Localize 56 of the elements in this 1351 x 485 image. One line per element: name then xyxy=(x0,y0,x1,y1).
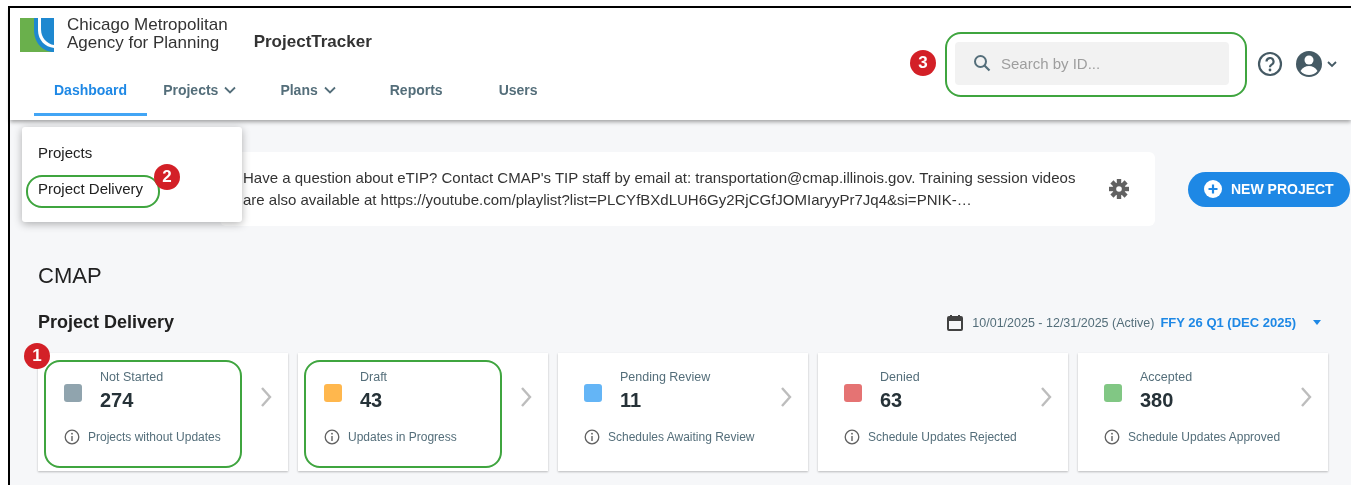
menu-item[interactable]: Projects xyxy=(22,137,93,168)
status-card[interactable]: Draft 43 Updates in Progress xyxy=(298,353,548,471)
status-description: Schedule Updates Approved xyxy=(1128,430,1281,444)
chevron-right-icon xyxy=(1040,386,1052,408)
status-label: Denied xyxy=(880,370,921,384)
status-count: 43 xyxy=(360,389,384,412)
help-icon xyxy=(1257,50,1283,77)
info-icon xyxy=(64,429,80,445)
status-label: Pending Review xyxy=(620,370,712,384)
status-label: Accepted xyxy=(1140,370,1194,384)
calendar-icon xyxy=(946,313,965,332)
status-count: 11 xyxy=(620,389,643,412)
agency-title: CMAP xyxy=(38,263,103,289)
app-name: ProjectTracker xyxy=(253,32,372,52)
account-icon xyxy=(1295,49,1339,78)
status-description: Schedules Awaiting Review xyxy=(608,430,755,444)
nav-tab[interactable]: Projects xyxy=(147,66,253,116)
status-description: Schedule Updates Rejected xyxy=(868,430,1017,444)
info-icon xyxy=(324,429,340,445)
menu-item[interactable]: Project Delivery xyxy=(22,173,144,204)
settings-icon xyxy=(1108,178,1130,200)
agency-name: Agency for Planning xyxy=(67,34,221,52)
announcement-text: Have a question about eTIP? Contact CMAP's TIP staff by email at: transportation@cmap.illinois.gov. Training session videos are also available at https://youtube.com/playlist?list=PLCYfBXdLUH6Gy2RjCGfJOMIaryyPr7Jq4&si=PNIK-… xyxy=(243,168,1077,210)
status-label: Draft xyxy=(360,370,389,384)
annotation-badge: 1 xyxy=(24,343,50,369)
annotation-badge: 2 xyxy=(154,164,180,190)
info-icon xyxy=(1104,429,1120,445)
status-count: 63 xyxy=(880,389,904,412)
status-count: 380 xyxy=(1140,389,1175,412)
nav-tab[interactable]: Reports xyxy=(369,66,463,116)
info-icon xyxy=(584,429,600,445)
plus-circle-icon xyxy=(1204,180,1222,198)
agency-name: Chicago Metropolitan xyxy=(67,16,228,34)
status-card[interactable]: Denied 63 Schedule Updates Rejected xyxy=(818,353,1068,471)
date-range: 10/01/2025 - 12/31/2025 (Active) xyxy=(972,315,1155,330)
nav-tab[interactable]: Plans xyxy=(260,66,356,116)
status-count: 274 xyxy=(100,389,135,412)
status-label: Not Started xyxy=(100,370,165,384)
caret-down-icon xyxy=(1313,320,1321,325)
chevron-right-icon xyxy=(1300,386,1312,408)
search-icon xyxy=(973,54,991,72)
nav-tab[interactable]: Dashboard xyxy=(34,66,148,116)
status-card[interactable]: Accepted 380 Schedule Updates Approved xyxy=(1078,353,1328,471)
chevron-right-icon xyxy=(780,386,792,408)
search-field[interactable]: Search by ID... xyxy=(955,42,1229,85)
agency-logo-icon xyxy=(20,18,54,52)
nav-tab[interactable]: Users xyxy=(478,66,558,116)
status-description: Projects without Updates xyxy=(88,430,221,444)
info-icon xyxy=(844,429,860,445)
section-title: Project Delivery xyxy=(38,312,175,333)
chevron-right-icon xyxy=(520,386,532,408)
new-project-button[interactable]: NEW PROJECT xyxy=(1188,171,1350,207)
chevron-right-icon xyxy=(260,386,272,408)
status-description: Updates in Progress xyxy=(348,430,457,444)
annotation-badge: 3 xyxy=(910,50,936,76)
status-card[interactable]: Pending Review 11 Schedules Awaiting Review xyxy=(558,353,808,471)
